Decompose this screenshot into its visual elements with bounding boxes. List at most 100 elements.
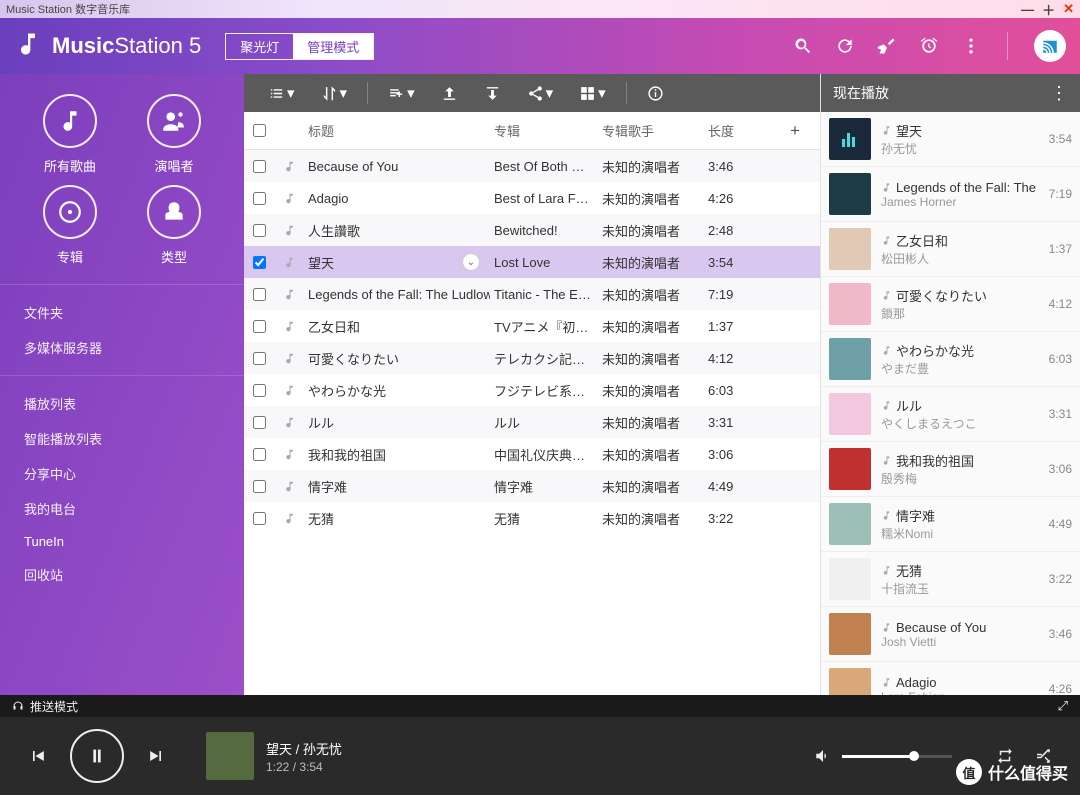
music-note-icon	[274, 256, 304, 269]
expand-icon[interactable]: ⤢	[1058, 698, 1068, 714]
table-row[interactable]: 无猜 无猜 未知的演唱者 3:22	[244, 502, 820, 534]
search-icon[interactable]	[793, 36, 813, 56]
view-list-button[interactable]: ▾	[258, 80, 305, 106]
now-playing-item[interactable]: やわらかな光 やまだ豊 6:03	[821, 332, 1080, 387]
row-checkbox[interactable]	[244, 256, 274, 269]
sidebar-item[interactable]: 多媒体服务器	[0, 330, 244, 365]
track-artist: 孙无忧	[881, 140, 1039, 157]
row-checkbox[interactable]	[244, 224, 274, 237]
sidebar-item[interactable]: 回收站	[0, 557, 244, 592]
player-track-title: 望天 / 孙无忧	[266, 739, 342, 758]
row-checkbox[interactable]	[244, 352, 274, 365]
upload-button[interactable]	[431, 81, 468, 106]
play-pause-button[interactable]	[70, 729, 124, 783]
music-note-icon	[274, 352, 304, 365]
info-button[interactable]	[637, 81, 674, 106]
cast-icon[interactable]	[1034, 30, 1066, 62]
table-row[interactable]: 人生讚歌 Bewitched! 未知的演唱者 2:48	[244, 214, 820, 246]
track-title: 望天	[881, 121, 1039, 140]
add-to-playlist-button[interactable]: ▾	[378, 80, 425, 106]
music-note-icon	[274, 480, 304, 493]
sidebar-tile-artist[interactable]: 演唱者	[122, 94, 226, 175]
download-button[interactable]	[474, 81, 511, 106]
sidebar-tile-music[interactable]: 所有歌曲	[18, 94, 122, 175]
column-album-artist[interactable]: 专辑歌手	[598, 121, 704, 140]
prev-button[interactable]	[28, 746, 48, 766]
row-checkbox[interactable]	[244, 160, 274, 173]
row-checkbox[interactable]	[244, 192, 274, 205]
track-info: 可愛くなりたい 鎖那	[881, 286, 1039, 322]
table-row[interactable]: やわらかな光 フジテレビ系ド... 未知的演唱者 6:03	[244, 374, 820, 406]
sidebar-item[interactable]: 文件夹	[0, 295, 244, 330]
alarm-icon[interactable]	[919, 36, 939, 56]
now-playing-item[interactable]: ルル やくしまるえつこ 3:31	[821, 387, 1080, 442]
row-checkbox[interactable]	[244, 288, 274, 301]
grid-button[interactable]: ▾	[569, 80, 616, 106]
column-length[interactable]: 长度	[704, 121, 780, 140]
now-playing-item[interactable]: 情字难 糯米Nomi 4:49	[821, 497, 1080, 552]
table-row[interactable]: 可愛くなりたい テレカクシ記念... 未知的演唱者 4:12	[244, 342, 820, 374]
table-row[interactable]: Adagio Best of Lara Fab... 未知的演唱者 4:26	[244, 182, 820, 214]
main-panel: ▾ ▾ ▾ ▾ ▾ 标题 专辑 专辑歌手 长度 + Beca	[244, 74, 820, 695]
cell-artist: 未知的演唱者	[598, 445, 704, 464]
album-icon	[43, 185, 97, 239]
sort-button[interactable]: ▾	[311, 80, 358, 106]
tab-spotlight[interactable]: 聚光灯	[226, 34, 293, 59]
now-playing-more-icon[interactable]: ⋮	[1050, 83, 1068, 104]
minimize-button[interactable]: —	[1021, 2, 1034, 17]
table-row[interactable]: 情字难 情字难 未知的演唱者 4:49	[244, 470, 820, 502]
cell-title: 人生讚歌	[304, 221, 490, 240]
sidebar-item[interactable]: 我的电台	[0, 491, 244, 526]
broom-icon[interactable]	[877, 36, 897, 56]
now-playing-list: 望天 孙无忧 3:54 Legends of the Fall: The L..…	[821, 112, 1080, 695]
now-playing-item[interactable]: 乙女日和 松田彬人 1:37	[821, 222, 1080, 277]
close-button[interactable]: ✕	[1063, 1, 1074, 17]
row-checkbox[interactable]	[244, 320, 274, 333]
now-playing-item[interactable]: 望天 孙无忧 3:54	[821, 112, 1080, 167]
table-row[interactable]: 望天⌄ Lost Love 未知的演唱者 3:54	[244, 246, 820, 278]
cell-length: 2:48	[704, 223, 780, 238]
track-artist: 十指流玉	[881, 580, 1039, 597]
sidebar-tile-genre[interactable]: 类型	[122, 185, 226, 266]
row-checkbox[interactable]	[244, 416, 274, 429]
now-playing-item[interactable]: 无猜 十指流玉 3:22	[821, 552, 1080, 607]
sidebar-item[interactable]: 智能播放列表	[0, 421, 244, 456]
table-row[interactable]: ルル ルル 未知的演唱者 3:31	[244, 406, 820, 438]
sidebar-tile-label: 类型	[161, 247, 187, 266]
maximize-button[interactable]: ＋	[1042, 0, 1055, 19]
now-playing-item[interactable]: Adagio Lara Fabian 4:26	[821, 662, 1080, 695]
row-checkbox[interactable]	[244, 512, 274, 525]
sidebar-tile-album[interactable]: 专辑	[18, 185, 122, 266]
cell-artist: 未知的演唱者	[598, 317, 704, 336]
sidebar-item[interactable]: TuneIn	[0, 526, 244, 557]
table-row[interactable]: 我和我的祖国 中国礼仪庆典大... 未知的演唱者 3:06	[244, 438, 820, 470]
now-playing-item[interactable]: 我和我的祖国 殷秀梅 3:06	[821, 442, 1080, 497]
add-column-button[interactable]: +	[780, 121, 810, 141]
player-time: 1:22 / 3:54	[266, 760, 342, 774]
next-button[interactable]	[146, 746, 166, 766]
select-all-checkbox[interactable]	[244, 124, 274, 137]
refresh-icon[interactable]	[835, 36, 855, 56]
row-checkbox[interactable]	[244, 384, 274, 397]
more-icon[interactable]	[961, 36, 981, 56]
now-playing-item[interactable]: Because of You Josh Vietti 3:46	[821, 607, 1080, 662]
table-row[interactable]: 乙女日和 TVアニメ『初恋... 未知的演唱者 1:37	[244, 310, 820, 342]
row-checkbox[interactable]	[244, 480, 274, 493]
table-row[interactable]: Because of You Best Of Both Wo... 未知的演唱者…	[244, 150, 820, 182]
now-playing-item[interactable]: 可愛くなりたい 鎖那 4:12	[821, 277, 1080, 332]
sidebar-item[interactable]: 播放列表	[0, 386, 244, 421]
volume-icon[interactable]	[814, 747, 832, 765]
row-checkbox[interactable]	[244, 448, 274, 461]
cell-title: やわらかな光	[304, 381, 490, 400]
track-length: 4:12	[1049, 297, 1072, 311]
track-artist: やくしまるえつこ	[881, 415, 1039, 432]
column-title[interactable]: 标题	[304, 121, 490, 140]
share-button[interactable]: ▾	[517, 80, 564, 106]
now-playing-item[interactable]: Legends of the Fall: The L... James Horn…	[821, 167, 1080, 222]
column-album[interactable]: 专辑	[490, 121, 598, 140]
volume-slider[interactable]	[842, 755, 952, 758]
table-row[interactable]: Legends of the Fall: The Ludlows Titanic…	[244, 278, 820, 310]
chevron-down-icon[interactable]: ⌄	[462, 253, 480, 271]
tab-manage[interactable]: 管理模式	[293, 34, 373, 59]
sidebar-item[interactable]: 分享中心	[0, 456, 244, 491]
